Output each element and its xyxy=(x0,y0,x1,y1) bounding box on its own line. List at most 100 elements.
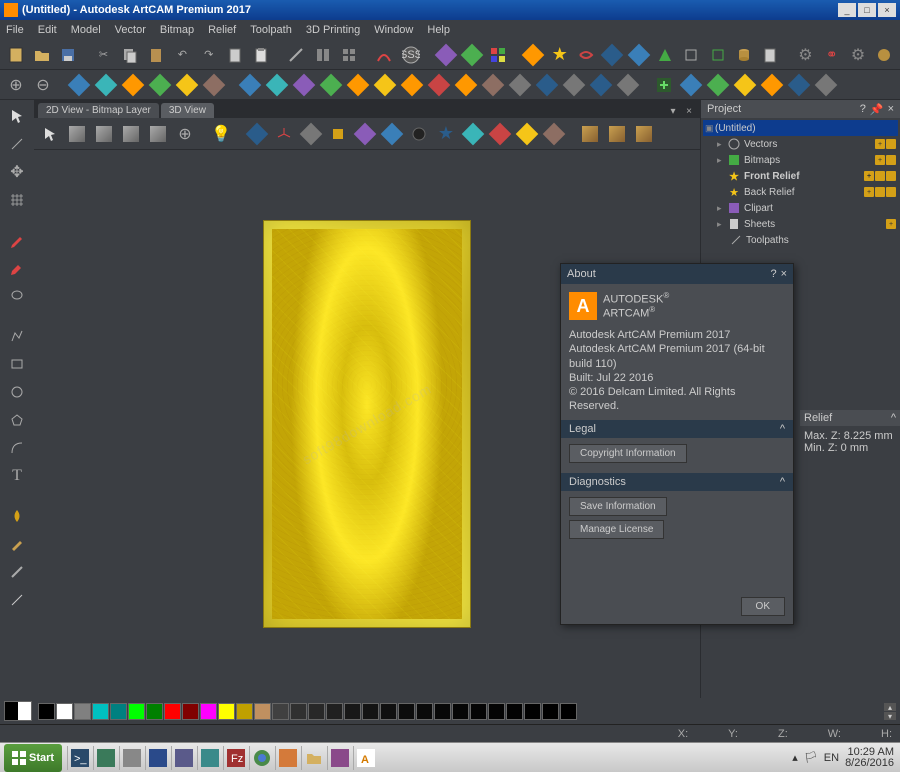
panel-help-icon[interactable]: ? xyxy=(860,103,866,116)
ok-button[interactable]: OK xyxy=(741,597,785,616)
manage-license-button[interactable]: Manage License xyxy=(569,520,664,539)
color-swatch[interactable] xyxy=(56,703,73,720)
about-legal-header[interactable]: Legal^ xyxy=(561,420,793,438)
copyright-button[interactable]: Copyright Information xyxy=(569,444,687,463)
task-floppy-icon[interactable] xyxy=(145,746,169,770)
d-cyan-1[interactable] xyxy=(94,73,118,97)
color-swatch[interactable] xyxy=(434,703,451,720)
ball-icon[interactable] xyxy=(873,43,896,67)
task-app4-icon[interactable] xyxy=(197,746,221,770)
tree-back-relief[interactable]: ★ Back Relief + xyxy=(703,184,898,200)
tree-root[interactable]: ▣ (Untitled) xyxy=(703,120,898,136)
zoom-icon[interactable]: ⊕ xyxy=(4,73,28,97)
menu-window[interactable]: Window xyxy=(374,24,413,36)
diamond-green-icon[interactable] xyxy=(460,43,483,67)
d-brown-1[interactable] xyxy=(202,73,226,97)
drop-icon[interactable] xyxy=(4,504,30,528)
task-chrome-icon[interactable] xyxy=(249,746,273,770)
color-swatch[interactable] xyxy=(326,703,343,720)
link-icon[interactable]: ⚭ xyxy=(820,43,843,67)
panel-close-icon[interactable]: × xyxy=(888,103,894,116)
tray-time[interactable]: 10:29 AM xyxy=(845,747,894,758)
tray-lang[interactable]: EN xyxy=(824,752,839,764)
d-yellow-3[interactable] xyxy=(733,73,757,97)
vt-d-blue[interactable] xyxy=(380,122,404,146)
polyline-icon[interactable] xyxy=(4,324,30,348)
tree-bitmaps[interactable]: ▸ Bitmaps + xyxy=(703,152,898,168)
d-brown-2[interactable] xyxy=(481,73,505,97)
vt-bulb-icon[interactable]: 💡 xyxy=(209,122,233,146)
color-swatch[interactable] xyxy=(380,703,397,720)
knife-icon[interactable] xyxy=(4,588,30,612)
d-gray-4[interactable] xyxy=(814,73,838,97)
d-blue-1[interactable] xyxy=(67,73,91,97)
color-swatch[interactable] xyxy=(398,703,415,720)
menu-bitmap[interactable]: Bitmap xyxy=(160,24,194,36)
vt-d-gray[interactable] xyxy=(299,122,323,146)
d-green-3[interactable] xyxy=(706,73,730,97)
color-swatch[interactable] xyxy=(146,703,163,720)
d-purple-2[interactable] xyxy=(292,73,316,97)
color-swatch[interactable] xyxy=(110,703,127,720)
lasso-icon[interactable] xyxy=(4,284,30,308)
color-swatch[interactable] xyxy=(164,703,181,720)
d-red-1[interactable] xyxy=(427,73,451,97)
color-swatch[interactable] xyxy=(254,703,271,720)
menu-edit[interactable]: Edit xyxy=(38,24,57,36)
task-app5-icon[interactable] xyxy=(275,746,299,770)
vt-axes-icon[interactable] xyxy=(272,122,296,146)
vt-d-purple[interactable] xyxy=(353,122,377,146)
relief-model[interactable] xyxy=(263,220,471,628)
select-icon[interactable] xyxy=(4,104,30,128)
task-app2-icon[interactable] xyxy=(119,746,143,770)
vt-cube3-icon[interactable] xyxy=(119,122,143,146)
measure-icon[interactable] xyxy=(285,43,308,67)
relief-collapse-icon[interactable]: ^ xyxy=(891,412,896,424)
vt-zoom-icon[interactable]: ⊕ xyxy=(173,122,197,146)
mesh-icon[interactable] xyxy=(4,188,30,212)
vt-d-yellow[interactable] xyxy=(515,122,539,146)
tree-toolpaths[interactable]: Toolpaths xyxy=(703,232,898,248)
open-icon[interactable] xyxy=(30,43,53,67)
tray-date[interactable]: 8/26/2016 xyxy=(845,758,894,769)
task-filezilla-icon[interactable]: Fz xyxy=(223,746,247,770)
tree-clipart[interactable]: ▸ Clipart xyxy=(703,200,898,216)
start-button[interactable]: Start xyxy=(4,744,62,772)
d-orange-3[interactable] xyxy=(400,73,424,97)
task-app6-icon[interactable] xyxy=(327,746,351,770)
task-shell-icon[interactable]: >_ xyxy=(67,746,91,770)
diamond-orange-icon[interactable] xyxy=(522,43,545,67)
save-icon[interactable] xyxy=(57,43,80,67)
menu-relief[interactable]: Relief xyxy=(208,24,236,36)
close-button[interactable]: × xyxy=(878,3,896,17)
color-swatch[interactable] xyxy=(488,703,505,720)
box-green-icon[interactable] xyxy=(706,43,729,67)
plus-green-icon[interactable] xyxy=(652,73,676,97)
d-gray-3[interactable] xyxy=(616,73,640,97)
vt-cube7[interactable] xyxy=(632,122,656,146)
vt-cube2-icon[interactable] xyxy=(92,122,116,146)
about-diagnostics-header[interactable]: Diagnostics^ xyxy=(561,473,793,491)
maximize-button[interactable]: □ xyxy=(858,3,876,17)
d-cyan-2[interactable] xyxy=(265,73,289,97)
curve-red-icon[interactable] xyxy=(574,43,597,67)
panel-pin-icon[interactable]: 📌 xyxy=(870,103,884,116)
d-gray-2[interactable] xyxy=(562,73,586,97)
task-folder-icon[interactable] xyxy=(301,746,325,770)
rect-icon[interactable] xyxy=(4,352,30,376)
copy-icon[interactable] xyxy=(118,43,141,67)
vt-cube5[interactable] xyxy=(578,122,602,146)
color-swatch[interactable] xyxy=(218,703,235,720)
d-orange-1[interactable] xyxy=(121,73,145,97)
tab-dropdown-icon[interactable]: ▾ xyxy=(666,104,680,118)
minimize-button[interactable]: _ xyxy=(838,3,856,17)
about-close-icon[interactable]: × xyxy=(781,268,787,280)
color-swatch[interactable] xyxy=(308,703,325,720)
color-swatch[interactable] xyxy=(506,703,523,720)
d-orange-2[interactable] xyxy=(346,73,370,97)
color-swatch[interactable] xyxy=(560,703,577,720)
menu-model[interactable]: Model xyxy=(71,24,101,36)
tree-vectors[interactable]: ▸ Vectors + xyxy=(703,136,898,152)
move-icon[interactable]: ✥ xyxy=(4,160,30,184)
curve-icon[interactable] xyxy=(373,43,396,67)
